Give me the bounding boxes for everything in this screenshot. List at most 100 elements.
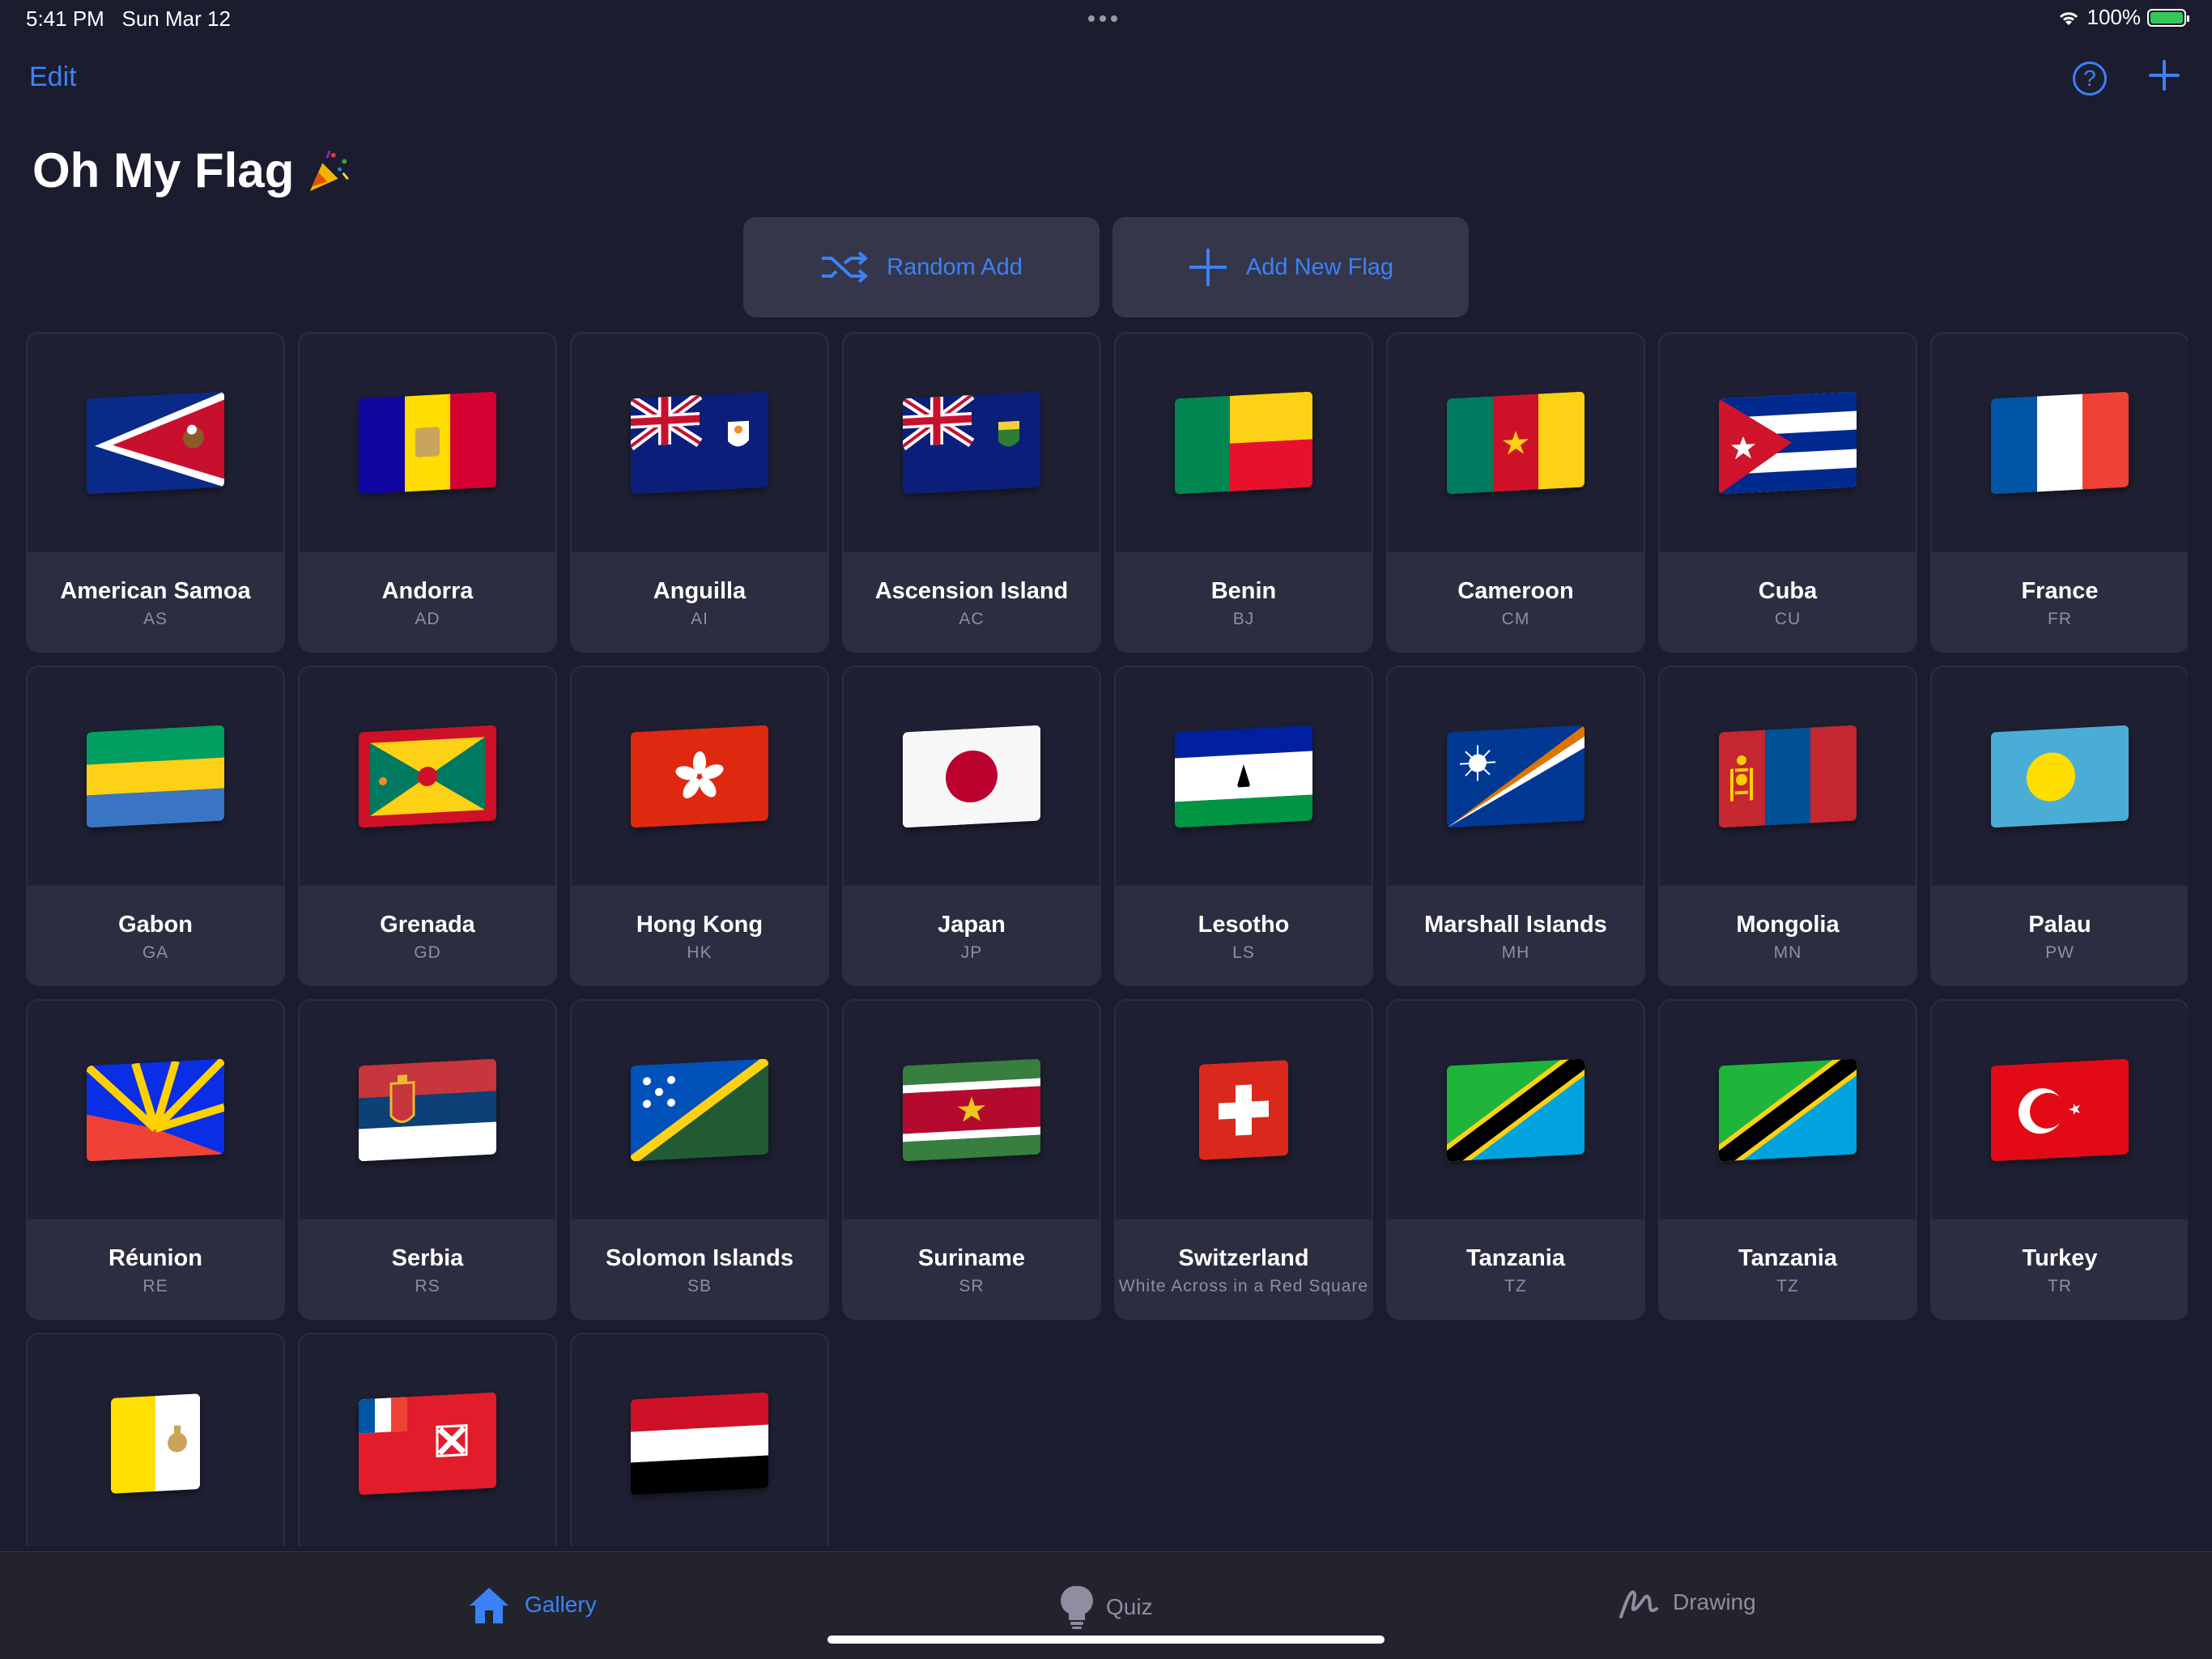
- flag-name: Suriname: [917, 1245, 1026, 1271]
- flag-card[interactable]: Tanzania TZ: [1386, 999, 1645, 1320]
- ascension-island-flag-icon: [903, 391, 1040, 495]
- flag-card[interactable]: Benin BJ: [1114, 332, 1373, 653]
- plus-icon: [1189, 249, 1227, 286]
- flag-name: Andorra: [381, 578, 474, 604]
- flag-name: Ascension Island: [874, 578, 1069, 604]
- flag-code: MN: [1773, 943, 1802, 962]
- flag-name: Cameroon: [1457, 578, 1574, 604]
- flag-code: AC: [959, 610, 985, 628]
- flag-name: Benin: [1210, 578, 1277, 604]
- flag-name: Solomon Islands: [605, 1245, 794, 1271]
- flag-name: Gabon: [118, 912, 193, 938]
- flag-card[interactable]: American Samoa AS: [26, 332, 285, 653]
- edit-button[interactable]: Edit: [29, 62, 77, 93]
- flag-card[interactable]: Serbia RS: [298, 999, 557, 1320]
- flag-name: Marshall Islands: [1424, 912, 1607, 938]
- status-bar: 5:41 PM Sun Mar 12 100%: [0, 0, 2212, 39]
- suriname-flag-icon: [903, 1058, 1040, 1162]
- flag-card[interactable]: Suriname SR: [842, 999, 1101, 1320]
- flag-card[interactable]: [26, 1333, 285, 1546]
- flag-card[interactable]: Switzerland White Across in a Red Square: [1114, 999, 1373, 1320]
- flag-name: Anguilla: [653, 578, 747, 604]
- cameroon-flag-icon: [1447, 391, 1585, 495]
- lightbulb-icon: [1061, 1585, 1093, 1629]
- add-flag-plus-icon[interactable]: [2146, 57, 2183, 94]
- flag-code: GD: [414, 943, 441, 962]
- serbia-flag-icon: [359, 1058, 496, 1162]
- flag-name: Japan: [938, 912, 1006, 938]
- palau-flag-icon: [1991, 725, 2129, 828]
- flag-card[interactable]: Lesotho LS: [1114, 666, 1373, 986]
- tab-gallery[interactable]: Gallery: [466, 1585, 597, 1625]
- flag-card[interactable]: Cuba CU: [1658, 332, 1917, 653]
- flag-card[interactable]: Turkey TR: [1930, 999, 2188, 1320]
- flag-card[interactable]: Japan JP: [842, 666, 1101, 986]
- flag-name: France: [2021, 578, 2099, 604]
- flag-name: Lesotho: [1197, 912, 1290, 938]
- tab-quiz[interactable]: Quiz: [1061, 1585, 1153, 1630]
- flag-code: JP: [960, 943, 983, 962]
- tab-drawing[interactable]: Drawing: [1618, 1585, 1756, 1620]
- tanzania-flag-icon: [1719, 1058, 1857, 1162]
- flag-card[interactable]: Ascension Island AC: [842, 332, 1101, 653]
- flag-name: Hong Kong: [636, 912, 764, 938]
- flag-code: CU: [1774, 610, 1802, 628]
- flag-card[interactable]: France FR: [1930, 332, 2188, 653]
- flag-card[interactable]: Cameroon CM: [1386, 332, 1645, 653]
- flag-name: Palau: [2028, 912, 2091, 938]
- help-button[interactable]: ?: [2073, 62, 2107, 96]
- flag-code: TZ: [1504, 1277, 1527, 1295]
- flag-code: GA: [142, 943, 169, 962]
- flag-code: TR: [2048, 1277, 2072, 1295]
- flag-code: CM: [1501, 610, 1530, 628]
- flag-name: Mongolia: [1736, 912, 1840, 938]
- flag-code: SR: [959, 1277, 985, 1295]
- flag-card[interactable]: Marshall Islands MH: [1386, 666, 1645, 986]
- flag-code: BJ: [1232, 610, 1255, 628]
- flag-name: Grenada: [380, 912, 475, 938]
- flag-code: RS: [415, 1277, 440, 1295]
- tanzania-flag-icon: [1447, 1058, 1585, 1162]
- battery-percent: 100%: [2087, 5, 2142, 29]
- flag-name: Serbia: [391, 1245, 464, 1271]
- flag-card[interactable]: Grenada GD: [298, 666, 557, 986]
- switzerland-flag-icon: [1199, 1060, 1288, 1160]
- page-title-text: Oh My Flag: [32, 143, 295, 198]
- japan-flag-icon: [903, 725, 1040, 828]
- flag-code: PW: [2045, 943, 2074, 962]
- flag-gallery-grid: American Samoa AS Andorra AD Anguilla AI As…: [26, 332, 2188, 1546]
- flag-card[interactable]: Anguilla AI: [570, 332, 829, 653]
- home-indicator: [827, 1636, 1385, 1644]
- flag-card[interactable]: Palau PW: [1930, 666, 2188, 986]
- page-title: Oh My Flag: [32, 143, 352, 198]
- flag-card[interactable]: Tanzania TZ: [1658, 999, 1917, 1320]
- flag-code: FR: [2048, 610, 2072, 628]
- flag-name: Tanzania: [1738, 1245, 1837, 1271]
- add-new-flag-button[interactable]: Add New Flag: [1112, 217, 1469, 317]
- cuba-flag-icon: [1719, 391, 1857, 495]
- reunion-flag-icon: [87, 1058, 224, 1162]
- flag-card[interactable]: [570, 1333, 829, 1546]
- yemen-flag-icon: [631, 1392, 768, 1495]
- flag-code: TZ: [1776, 1277, 1799, 1295]
- turkey-flag-icon: [1991, 1058, 2129, 1162]
- flag-card[interactable]: Andorra AD: [298, 332, 557, 653]
- flag-card[interactable]: Réunion RE: [26, 999, 285, 1320]
- grenada-flag-icon: [359, 725, 496, 828]
- flag-card[interactable]: [298, 1333, 557, 1546]
- status-time: 5:41 PM Sun Mar 12: [26, 6, 231, 31]
- flag-card[interactable]: Hong Kong HK: [570, 666, 829, 986]
- andorra-flag-icon: [359, 391, 496, 495]
- gabon-flag-icon: [87, 725, 224, 828]
- flag-card[interactable]: Mongolia MN: [1658, 666, 1917, 986]
- marshall-islands-flag-icon: [1447, 725, 1585, 828]
- flag-code: RE: [143, 1277, 168, 1295]
- flag-code: SB: [687, 1277, 712, 1295]
- flag-name: American Samoa: [60, 578, 251, 604]
- flag-code: White Across in a Red Square: [1118, 1277, 1369, 1295]
- flag-name: Réunion: [108, 1245, 202, 1271]
- multitasking-dots-icon[interactable]: [1088, 11, 1124, 23]
- flag-card[interactable]: Gabon GA: [26, 666, 285, 986]
- random-add-button[interactable]: Random Add: [743, 217, 1100, 317]
- flag-card[interactable]: Solomon Islands SB: [570, 999, 829, 1320]
